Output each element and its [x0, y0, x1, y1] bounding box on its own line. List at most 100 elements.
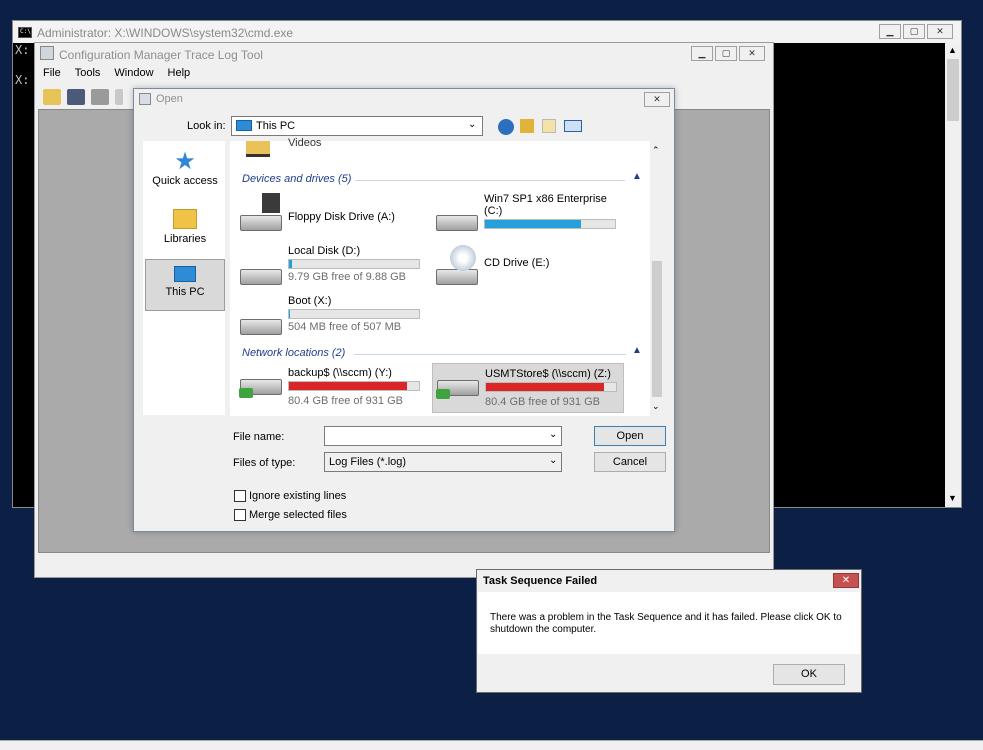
cd-drive-icon	[436, 269, 478, 285]
look-in-dropdown[interactable]: This PC ⌄	[231, 116, 483, 136]
drive-free-text: 9.79 GB free of 9.88 GB	[288, 271, 407, 283]
place-this-pc[interactable]: This PC	[145, 259, 225, 311]
file-type-select[interactable]: Log Files (*.log) ⌄	[324, 452, 562, 472]
ts-message: There was a problem in the Task Sequence…	[490, 612, 842, 635]
look-in-label: Look in:	[187, 120, 226, 132]
network-drive-item-selected[interactable]: USMTStore$ (\\sccm) (Z:) 80.4 GB free of…	[432, 363, 624, 413]
collapse-icon[interactable]: ▲	[632, 345, 642, 356]
folder-icon	[173, 209, 197, 229]
chevron-down-icon: ⌄	[549, 455, 558, 466]
collapse-icon[interactable]: ▲	[632, 171, 642, 182]
place-quick-access[interactable]: ★ Quick access	[145, 149, 225, 201]
hard-drive-icon	[240, 319, 282, 335]
cmd-title-bar[interactable]: Administrator: X:\WINDOWS\system32\cmd.e…	[13, 21, 961, 43]
scroll-thumb[interactable]	[947, 59, 959, 121]
group-divider	[354, 354, 626, 355]
scroll-down-icon[interactable]: ▼	[948, 493, 957, 503]
open-dialog[interactable]: Open ✕ Look in: This PC ⌄ ★ Quick access…	[133, 88, 675, 532]
drive-usage-bar	[484, 219, 616, 229]
place-label: Libraries	[163, 233, 207, 245]
new-folder-icon[interactable]	[542, 119, 556, 133]
file-list[interactable]: Videos Devices and drives (5) ▲ Floppy D…	[230, 137, 664, 416]
cmd-scrollbar[interactable]: ▲ ▼	[945, 43, 961, 507]
menu-tools[interactable]: Tools	[75, 67, 101, 79]
ignore-lines-label: Ignore existing lines	[249, 490, 347, 502]
file-type-value: Log Files (*.log)	[329, 456, 407, 468]
menu-file[interactable]: File	[43, 67, 61, 79]
open-button[interactable]: Open	[594, 426, 666, 446]
drive-item[interactable]: Win7 SP1 x86 Enterprise (C:)	[436, 193, 636, 233]
group-header-network[interactable]: Network locations (2)	[242, 347, 345, 359]
drive-free-text: 80.4 GB free of 931 GB	[288, 395, 403, 407]
floppy-drive-icon	[240, 215, 282, 231]
task-sequence-failed-dialog[interactable]: Task Sequence Failed ✕ There was a probl…	[476, 569, 862, 693]
floppy-disk-icon	[262, 193, 280, 213]
merge-files-checkbox[interactable]	[234, 509, 246, 521]
drive-item[interactable]: Boot (X:) 504 MB free of 507 MB	[240, 295, 430, 341]
network-drive-item[interactable]: backup$ (\\sccm) (Y:) 80.4 GB free of 93…	[239, 367, 430, 413]
group-header-devices[interactable]: Devices and drives (5)	[242, 173, 351, 185]
copy-icon[interactable]	[115, 89, 123, 105]
drive-name: Local Disk (D:)	[288, 245, 361, 257]
partial-item-label: Videos	[288, 137, 322, 149]
drive-free-text: 80.4 GB free of 931 GB	[485, 396, 600, 408]
cmd-line: X:	[15, 43, 30, 57]
computer-icon	[174, 266, 196, 282]
ignore-lines-checkbox[interactable]	[234, 490, 246, 502]
drive-name: USMTStore$ (\\sccm) (Z:)	[485, 368, 611, 380]
view-menu-icon[interactable]	[564, 120, 582, 132]
look-in-value: This PC	[256, 120, 296, 132]
trace-tool-title-bar[interactable]: Configuration Manager Trace Log Tool ▁ ▢…	[35, 43, 773, 63]
merge-files-label: Merge selected files	[249, 509, 347, 521]
close-icon[interactable]: ✕	[833, 573, 859, 588]
ok-button[interactable]: OK	[773, 664, 845, 685]
open-folder-icon[interactable]	[43, 89, 61, 105]
network-drive-icon	[239, 379, 282, 398]
place-label: This PC	[165, 286, 205, 298]
minimize-icon[interactable]: ▁	[691, 46, 713, 61]
chevron-down-icon: ⌄	[549, 429, 558, 440]
drive-free-text: 504 MB free of 507 MB	[288, 321, 402, 333]
close-icon[interactable]: ✕	[739, 46, 765, 61]
place-libraries[interactable]: Libraries	[145, 207, 225, 259]
hard-drive-icon	[436, 215, 478, 231]
print-icon[interactable]	[91, 89, 109, 105]
drive-usage-bar	[288, 309, 420, 319]
star-icon: ★	[174, 148, 196, 175]
cmd-line: X:	[15, 73, 30, 87]
ts-title-bar[interactable]: Task Sequence Failed ✕	[477, 570, 861, 592]
scroll-thumb[interactable]	[652, 261, 662, 397]
cd-disc-icon	[450, 245, 476, 271]
scroll-down-icon[interactable]: ⌄	[652, 401, 660, 412]
file-type-label: Files of type:	[233, 457, 296, 469]
place-label: Quick access	[152, 175, 218, 187]
chevron-down-icon: ⌄	[468, 119, 477, 130]
open-dialog-title: Open	[156, 93, 183, 105]
cancel-button[interactable]: Cancel	[594, 452, 666, 472]
file-list-scrollbar[interactable]: ⌃ ⌄	[650, 141, 664, 416]
menu-window[interactable]: Window	[114, 67, 153, 79]
open-dialog-title-bar[interactable]: Open ✕	[134, 89, 674, 109]
file-name-input[interactable]: ⌄	[324, 426, 562, 446]
cmd-icon	[18, 27, 32, 38]
drive-item[interactable]: CD Drive (E:)	[436, 245, 636, 291]
minimize-icon[interactable]: ▁	[879, 24, 901, 39]
up-folder-icon[interactable]	[520, 119, 534, 133]
save-icon[interactable]	[67, 89, 85, 105]
drive-name: CD Drive (E:)	[484, 257, 550, 269]
drive-item[interactable]: Local Disk (D:) 9.79 GB free of 9.88 GB	[240, 245, 430, 291]
maximize-icon[interactable]: ▢	[715, 46, 737, 61]
drive-usage-bar	[485, 382, 617, 392]
close-icon[interactable]: ✕	[927, 24, 953, 39]
scroll-up-icon[interactable]: ⌃	[652, 145, 660, 156]
drive-name: Win7 SP1 x86 Enterprise (C:)	[484, 193, 607, 217]
drive-name: Floppy Disk Drive (A:)	[288, 211, 395, 223]
maximize-icon[interactable]: ▢	[903, 24, 925, 39]
drive-name: Boot (X:)	[288, 295, 332, 307]
drive-item[interactable]: Floppy Disk Drive (A:)	[240, 193, 430, 233]
menu-help[interactable]: Help	[168, 67, 191, 79]
back-icon[interactable]	[498, 119, 514, 135]
trace-tool-title: Configuration Manager Trace Log Tool	[59, 48, 263, 62]
scroll-up-icon[interactable]: ▲	[948, 45, 957, 55]
close-icon[interactable]: ✕	[644, 92, 670, 107]
